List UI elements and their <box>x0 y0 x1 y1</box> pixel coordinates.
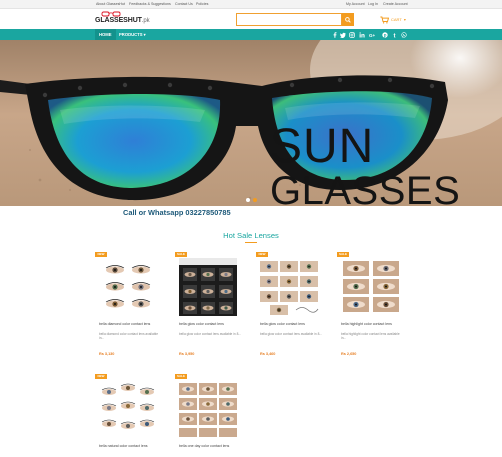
slider-dot[interactable] <box>246 198 250 202</box>
section-title: Hot Sale Lenses <box>223 231 279 240</box>
product-badge: NEW <box>95 252 107 257</box>
facebook-icon[interactable] <box>331 31 338 38</box>
main-nav: HOME PRODUCTS ▾ G+ p t <box>0 29 502 40</box>
product-card[interactable]: SALE bella one day color contact lens <box>175 374 241 457</box>
product-badge: SALE <box>175 374 187 379</box>
my-account-link[interactable]: My Account <box>346 2 365 7</box>
top-link-bar: About GlassesHut Feedbacks & Suggestions… <box>0 0 502 9</box>
svg-text:p: p <box>383 32 386 37</box>
product-badge: SALE <box>337 252 349 257</box>
product-name[interactable]: bella glow color contact lens <box>260 322 322 327</box>
product-price: Rs 3,460 <box>260 352 276 356</box>
product-name[interactable]: bella glow color contact lens <box>179 322 241 327</box>
product-badge: SALE <box>175 252 187 257</box>
pinterest-icon[interactable]: p <box>381 31 388 38</box>
product-image[interactable] <box>337 258 403 316</box>
product-name[interactable]: bella highlight color contact lens <box>341 322 403 327</box>
product-image[interactable] <box>95 258 161 316</box>
twitter-icon[interactable] <box>339 31 346 38</box>
svg-text:G+: G+ <box>369 32 376 37</box>
call-whatsapp-text: Call or Whatsapp 03227850785 <box>123 208 231 217</box>
product-name[interactable]: bella one day color contact lens <box>179 444 241 449</box>
contact-link[interactable]: Contact Us <box>175 2 193 7</box>
login-link[interactable]: Log In <box>368 2 378 7</box>
hero-title-line2: GLASSES <box>270 169 460 206</box>
cart-label: CART <box>391 17 402 22</box>
google-plus-icon[interactable]: G+ <box>369 31 376 38</box>
product-image[interactable] <box>256 258 322 316</box>
policies-link[interactable]: Policies <box>196 2 208 7</box>
product-description: bella highlight color contact lens avail… <box>341 332 400 341</box>
product-image[interactable] <box>175 258 241 316</box>
product-card[interactable]: NEW bella diamond color contact lens bel… <box>95 252 161 360</box>
search-button[interactable] <box>342 13 354 26</box>
product-badge: NEW <box>256 252 268 257</box>
site-header: GLASSESHUT.pk CART ▾ <box>0 9 502 29</box>
linkedin-icon[interactable] <box>358 31 365 38</box>
product-description: bella glow color contact lens available … <box>260 332 323 336</box>
product-name[interactable]: bella diamond color contact lens <box>99 322 161 327</box>
product-description: bella glow color contact lens available … <box>179 332 242 336</box>
site-logo[interactable]: GLASSESHUT.pk <box>95 17 150 24</box>
about-link[interactable]: About GlassesHut <box>96 2 125 7</box>
product-card[interactable]: SALE bella highlight color contact lens … <box>337 252 403 360</box>
feedback-link[interactable]: Feedbacks & Suggestions <box>129 2 171 7</box>
product-name[interactable]: bella natural color contact lens <box>99 444 161 449</box>
hero-title-line1: SUN <box>270 120 374 173</box>
cart-chevron-icon: ▾ <box>403 17 406 22</box>
product-image[interactable] <box>95 380 161 438</box>
search-input[interactable] <box>236 13 342 26</box>
product-card[interactable]: NEW bella natural color contact lens <box>95 374 161 457</box>
product-price: Rs 3,950 <box>179 352 195 356</box>
hero-banner[interactable]: SUN GLASSES <box>0 40 502 206</box>
product-image[interactable] <box>175 380 241 438</box>
product-card[interactable]: SALE bella glow color contact lens bella… <box>175 252 241 360</box>
svg-text:t: t <box>393 33 395 38</box>
product-price: Rs 2,650 <box>341 352 357 356</box>
search-icon <box>345 16 351 23</box>
cart-link[interactable]: CART ▾ <box>380 15 406 24</box>
cart-icon <box>380 16 389 24</box>
nav-home[interactable]: HOME <box>95 29 116 40</box>
tumblr-icon[interactable]: t <box>391 31 398 38</box>
nav-products[interactable]: PRODUCTS ▾ <box>116 29 149 40</box>
whatsapp-icon[interactable] <box>400 31 407 38</box>
create-account-link[interactable]: Create Account <box>383 2 408 7</box>
product-badge: NEW <box>95 374 107 379</box>
instagram-icon[interactable] <box>348 31 355 38</box>
slider-dot-active[interactable] <box>253 198 257 202</box>
product-price: Rs 3,130 <box>99 352 115 356</box>
product-description: bella diamond color contact lens availab… <box>99 332 159 341</box>
section-divider <box>245 242 257 243</box>
chevron-down-icon: ▾ <box>143 32 146 37</box>
product-card[interactable]: NEW bella glow color contact lens bella … <box>256 252 322 360</box>
sunglasses-banner-image: SUN GLASSES <box>0 40 502 206</box>
